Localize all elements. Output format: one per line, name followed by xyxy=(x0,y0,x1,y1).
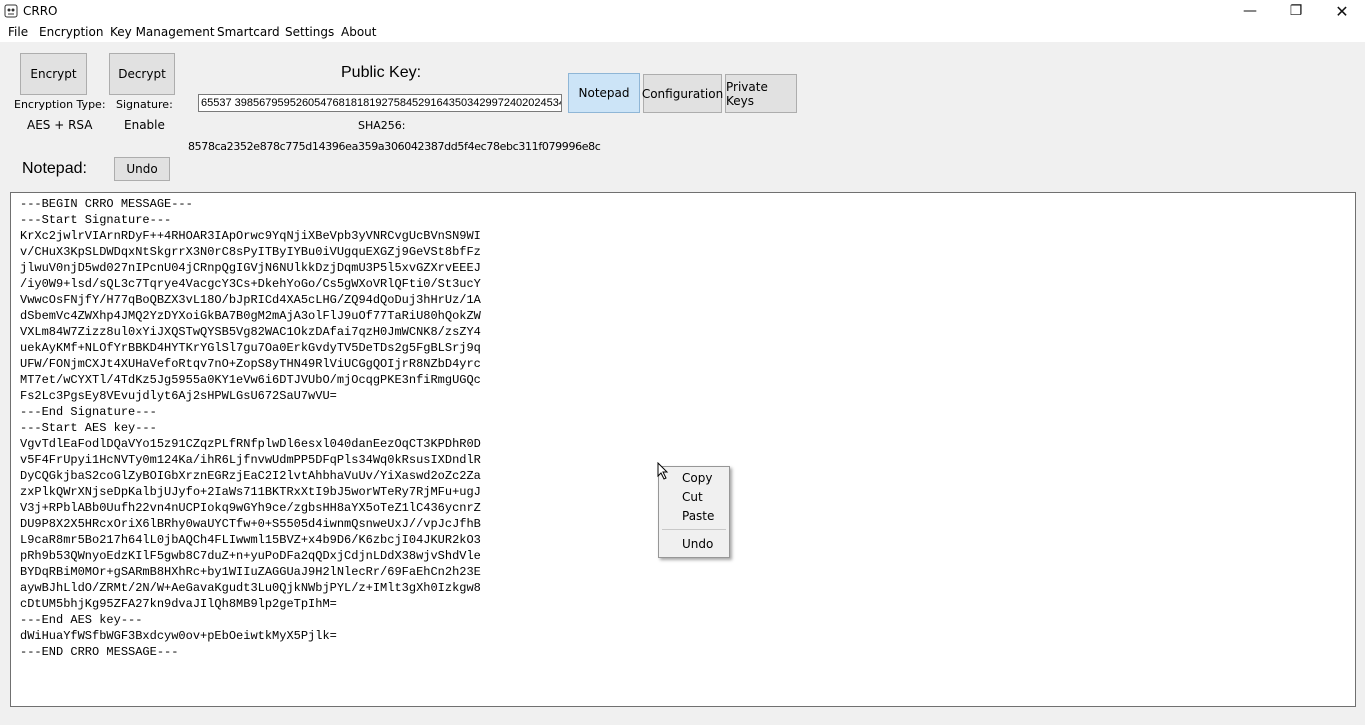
menu-key-management[interactable]: Key Management xyxy=(110,25,215,39)
signature-label: Signature: xyxy=(116,98,173,111)
encrypt-button[interactable]: Encrypt xyxy=(20,53,87,95)
public-key-field[interactable]: 65537 3985679595260547681818192758452916… xyxy=(198,94,562,112)
menu-settings[interactable]: Settings xyxy=(285,25,334,39)
menu-about[interactable]: About xyxy=(341,25,376,39)
notepad-tab-button[interactable]: Notepad xyxy=(568,73,640,113)
mouse-cursor-icon xyxy=(657,461,669,483)
menu-encryption[interactable]: Encryption xyxy=(39,25,103,39)
context-separator xyxy=(662,529,726,530)
decrypt-button[interactable]: Decrypt xyxy=(109,53,175,95)
context-paste[interactable]: Paste xyxy=(682,509,714,523)
context-copy[interactable]: Copy xyxy=(682,471,712,485)
app-logo-icon xyxy=(4,4,18,18)
close-button[interactable]: ✕ xyxy=(1319,0,1365,22)
menu-smartcard[interactable]: Smartcard xyxy=(217,25,280,39)
minimize-button[interactable]: — xyxy=(1227,0,1273,22)
configuration-tab-button[interactable]: Configuration xyxy=(642,74,723,113)
title-bar: CRRO — ❐ ✕ xyxy=(0,0,1365,22)
sha256-value: 8578ca2352e878c775d14396ea359a306042387d… xyxy=(188,140,601,153)
menu-bar: File Encryption Key Management Smartcard… xyxy=(0,22,1365,42)
signature-value: Enable xyxy=(124,118,165,132)
notepad-label: Notepad: xyxy=(22,160,87,177)
encryption-type-label: Encryption Type: xyxy=(14,98,106,111)
public-key-label: Public Key: xyxy=(341,64,422,81)
context-undo[interactable]: Undo xyxy=(682,537,713,551)
menu-file[interactable]: File xyxy=(8,25,28,39)
undo-button[interactable]: Undo xyxy=(114,157,170,181)
sha256-label: SHA256: xyxy=(358,119,406,132)
maximize-button[interactable]: ❐ xyxy=(1273,0,1319,22)
context-cut[interactable]: Cut xyxy=(682,490,703,504)
window-title: CRRO xyxy=(23,4,58,18)
notepad-textarea[interactable]: ---BEGIN CRRO MESSAGE--- ---Start Signat… xyxy=(10,192,1356,707)
private-keys-tab-button[interactable]: Private Keys xyxy=(725,74,797,113)
encryption-type-value: AES + RSA xyxy=(27,118,93,132)
